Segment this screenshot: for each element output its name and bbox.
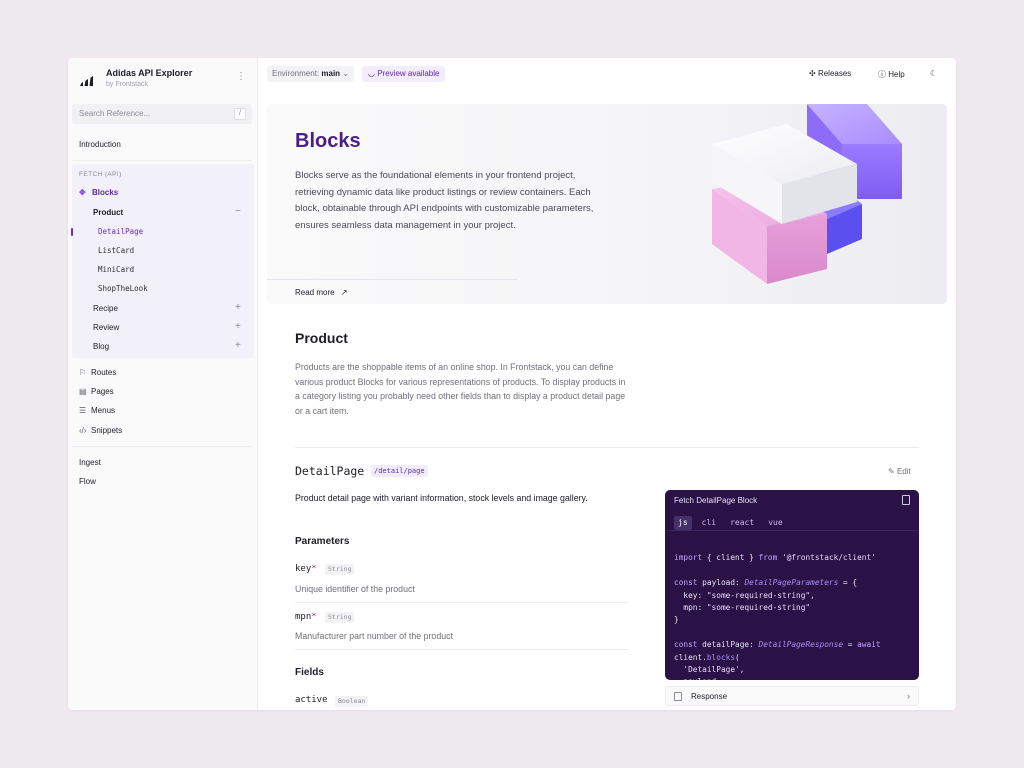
response-accordion[interactable]: Response ›	[665, 686, 919, 706]
theme-toggle-moon-icon[interactable]: ☾	[930, 69, 937, 78]
more-options-icon[interactable]: ⋮	[236, 72, 246, 82]
code-panel-title: Fetch DetailPage Block	[674, 496, 758, 505]
param-key-name: key*	[295, 564, 317, 574]
sidebar-item-snippets[interactable]: ‹/› Snippets	[79, 426, 122, 435]
tab-js[interactable]: js	[674, 516, 692, 530]
search-shortcut-key: /	[234, 108, 246, 120]
arrow-up-right-icon: ↗	[340, 288, 348, 297]
section-title: Product	[295, 330, 348, 346]
response-label: Response	[691, 692, 728, 701]
code-snippet: import { client } from '@frontstack/clie…	[674, 553, 881, 680]
block-title: DetailPage	[295, 464, 365, 478]
section-description: Products are the shoppable items of an o…	[295, 362, 626, 416]
collapse-product-icon[interactable]: −	[235, 207, 241, 217]
adidas-logo-icon	[80, 76, 93, 86]
code-example-panel: Fetch DetailPage Block js cli react vue imp…	[665, 490, 919, 680]
pencil-icon: ✎	[888, 467, 895, 476]
tab-cli[interactable]: cli	[698, 516, 720, 530]
param-divider	[295, 602, 628, 603]
expand-recipe-icon[interactable]: +	[235, 303, 241, 313]
sidebar-item-minicard[interactable]: MiniCard	[98, 265, 134, 274]
sidebar-item-shopthelook[interactable]: ShopTheLook	[98, 284, 148, 293]
hero-description: Blocks serve as the foundational element…	[295, 170, 594, 231]
sidebar-divider	[72, 446, 252, 447]
sparkle-icon: ✣	[809, 69, 816, 78]
section-divider	[295, 447, 919, 448]
expand-blog-icon[interactable]: +	[235, 341, 241, 351]
param-mpn-type: String	[325, 612, 355, 623]
field-active-type: Boolean	[335, 696, 369, 707]
search-placeholder: Search Reference...	[79, 109, 151, 118]
copy-icon[interactable]	[902, 495, 910, 505]
menu-icon: ☰	[79, 406, 87, 415]
brand[interactable]: Adidas API Explorer by Frontstack ⋮	[80, 66, 252, 100]
chevron-right-icon: ›	[907, 691, 910, 701]
search-input[interactable]: Search Reference... /	[72, 104, 252, 124]
topbar: Environment: main ⌄ ◡ Preview available …	[258, 58, 956, 90]
parameters-heading: Parameters	[295, 536, 350, 547]
blocks-icon: ✥	[79, 188, 86, 197]
sidebar-item-recipe[interactable]: Recipe	[93, 304, 118, 313]
sidebar-item-product[interactable]: Product	[93, 208, 123, 217]
param-mpn-name: mpn*	[295, 612, 317, 622]
preview-icon: ◡	[368, 69, 375, 78]
preview-badge[interactable]: ◡ Preview available	[362, 66, 446, 82]
sidebar-item-blog[interactable]: Blog	[93, 342, 109, 351]
endpoint-path-badge: /detail/page	[371, 465, 428, 477]
sidebar-item-listcard[interactable]: ListCard	[98, 246, 134, 255]
releases-button[interactable]: ✣ Releases	[809, 69, 851, 78]
active-indicator	[71, 228, 73, 236]
code-divider	[665, 530, 919, 531]
sidebar-item-introduction[interactable]: Introduction	[79, 140, 121, 149]
code-language-tabs: js cli react vue	[674, 512, 793, 530]
tab-vue[interactable]: vue	[764, 516, 786, 530]
sidebar-divider	[72, 160, 252, 161]
group-label-fetch-api: FETCH (API)	[79, 171, 122, 178]
help-icon: ⓘ	[878, 70, 886, 79]
expand-review-icon[interactable]: +	[235, 322, 241, 332]
app-window: Adidas API Explorer by Frontstack ⋮ Sear…	[68, 58, 956, 710]
sidebar-item-blocks[interactable]: ✥ Blocks	[79, 188, 118, 197]
sidebar-item-detailpage[interactable]: DetailPage	[98, 227, 143, 236]
field-active-name: active	[295, 695, 328, 705]
param-divider	[295, 649, 628, 650]
environment-select[interactable]: Environment: main ⌄	[267, 66, 354, 82]
read-more-link[interactable]: Read more ↗	[295, 288, 348, 297]
signpost-icon: ⚐	[79, 368, 87, 377]
app-title: Adidas API Explorer	[106, 68, 193, 78]
page-title: Blocks	[295, 130, 361, 152]
hero-banner: Blocks Blocks serve as the foundational …	[267, 104, 947, 304]
sidebar-item-menus[interactable]: ☰ Menus	[79, 406, 115, 415]
edit-button[interactable]: ✎ Edit	[888, 467, 911, 476]
main-content: Blocks Blocks serve as the foundational …	[258, 90, 956, 710]
app-subtitle: by Frontstack	[106, 81, 149, 88]
sidebar-item-routes[interactable]: ⚐ Routes	[79, 368, 116, 377]
sidebar-item-flow[interactable]: Flow	[79, 477, 96, 486]
response-doc-icon	[674, 692, 682, 701]
sidebar-item-review[interactable]: Review	[93, 323, 119, 332]
param-mpn-description: Manufacturer part number of the product	[295, 631, 453, 641]
param-key-type: String	[325, 564, 355, 575]
fields-heading: Fields	[295, 667, 324, 678]
pages-icon: ▤	[79, 387, 87, 396]
sidebar-item-pages[interactable]: ▤ Pages	[79, 387, 114, 396]
help-button[interactable]: ⓘ Help	[878, 69, 905, 80]
block-description: Product detail page with variant informa…	[295, 493, 588, 503]
sidebar: Adidas API Explorer by Frontstack ⋮ Sear…	[68, 58, 258, 710]
chevron-down-icon: ⌄	[342, 69, 349, 78]
code-icon: ‹/›	[79, 426, 87, 435]
sidebar-item-ingest[interactable]: Ingest	[79, 458, 101, 467]
param-key-description: Unique identifier of the product	[295, 584, 415, 594]
hero-divider	[267, 279, 517, 280]
tab-react[interactable]: react	[726, 516, 758, 530]
blocks-illustration	[712, 104, 902, 284]
